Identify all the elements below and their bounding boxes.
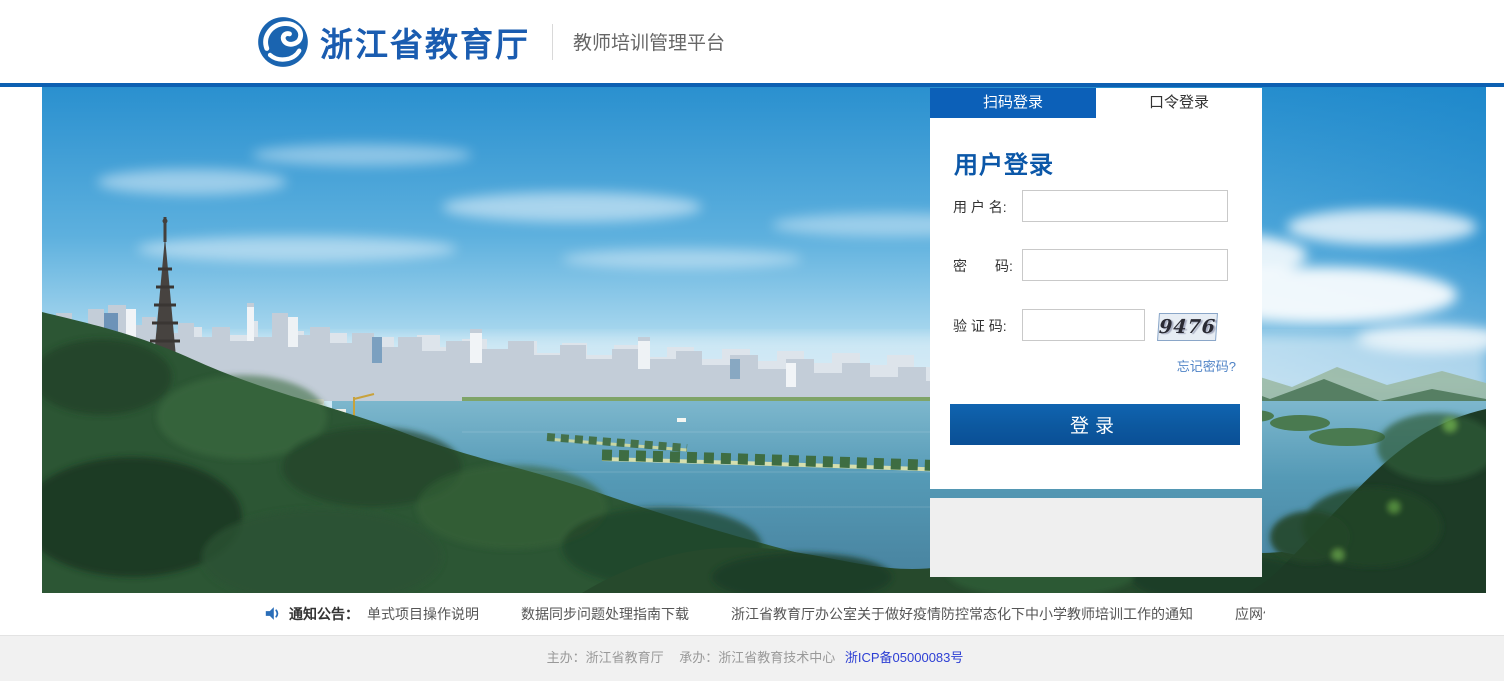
panel-footer-strip (930, 498, 1262, 577)
password-input[interactable] (1022, 249, 1228, 281)
notice-item-4[interactable]: 应网信办和公安厅的要求，需要升级 (1235, 606, 1265, 622)
notice-item-3[interactable]: 浙江省教育厅办公室关于做好疫情防控常态化下中小学教师培训工作的通知 (731, 606, 1193, 622)
speaker-icon (265, 606, 281, 621)
app-name: 教师培训管理平台 (573, 28, 725, 55)
password-label: 密 码: (953, 250, 1021, 282)
login-title: 用户登录 (954, 145, 1054, 180)
notice-bar: 通知公告： 单式项目操作说明 数据同步问题处理指南下载 浙江省教育厅办公室关于做好疫情… (0, 593, 1504, 635)
captcha-input[interactable] (1022, 309, 1145, 341)
captcha-image[interactable]: 9476 (1157, 313, 1218, 341)
login-tabs: 扫码登录 口令登录 (930, 88, 1262, 118)
login-page: 浙江省教育厅 教师培训管理平台 (0, 0, 1504, 681)
captcha-label: 验 证 码: (953, 310, 1021, 342)
logo-icon (256, 15, 310, 69)
notice-content: 通知公告： 单式项目操作说明 数据同步问题处理指南下载 浙江省教育厅办公室关于做好疫情… (265, 593, 1265, 635)
notice-item-2[interactable]: 数据同步问题处理指南下载 (521, 606, 689, 622)
header: 浙江省教育厅 教师培训管理平台 (0, 0, 1504, 83)
notice-item-1[interactable]: 单式项目操作说明 (367, 606, 479, 622)
footer-host: 主办：浙江省教育厅 (547, 650, 664, 665)
footer-organizer: 承办：浙江省教育技术中心 (679, 650, 835, 665)
brand-divider (552, 24, 553, 60)
hero-image (42, 87, 1486, 593)
tab-password-login[interactable]: 口令登录 (1096, 88, 1262, 118)
tab-scan-login[interactable]: 扫码登录 (930, 88, 1096, 118)
username-label: 用 户 名: (953, 191, 1021, 223)
brand: 浙江省教育厅 教师培训管理平台 (256, 0, 725, 83)
icp-link[interactable]: 浙ICP备05000083号 (845, 650, 964, 665)
site-title: 浙江省教育厅 (320, 18, 530, 66)
login-button[interactable]: 登录 (950, 404, 1240, 445)
username-input[interactable] (1022, 190, 1228, 222)
forgot-password-link[interactable]: 忘记密码? (1177, 356, 1236, 375)
notice-title: 通知公告： (289, 606, 359, 622)
login-panel: 扫码登录 口令登录 用户登录 用 户 名: 密 码: 验 证 码: 9476 忘… (930, 88, 1262, 489)
page-footer: 主办：浙江省教育厅 承办：浙江省教育技术中心 浙ICP备05000083号 (0, 635, 1504, 681)
